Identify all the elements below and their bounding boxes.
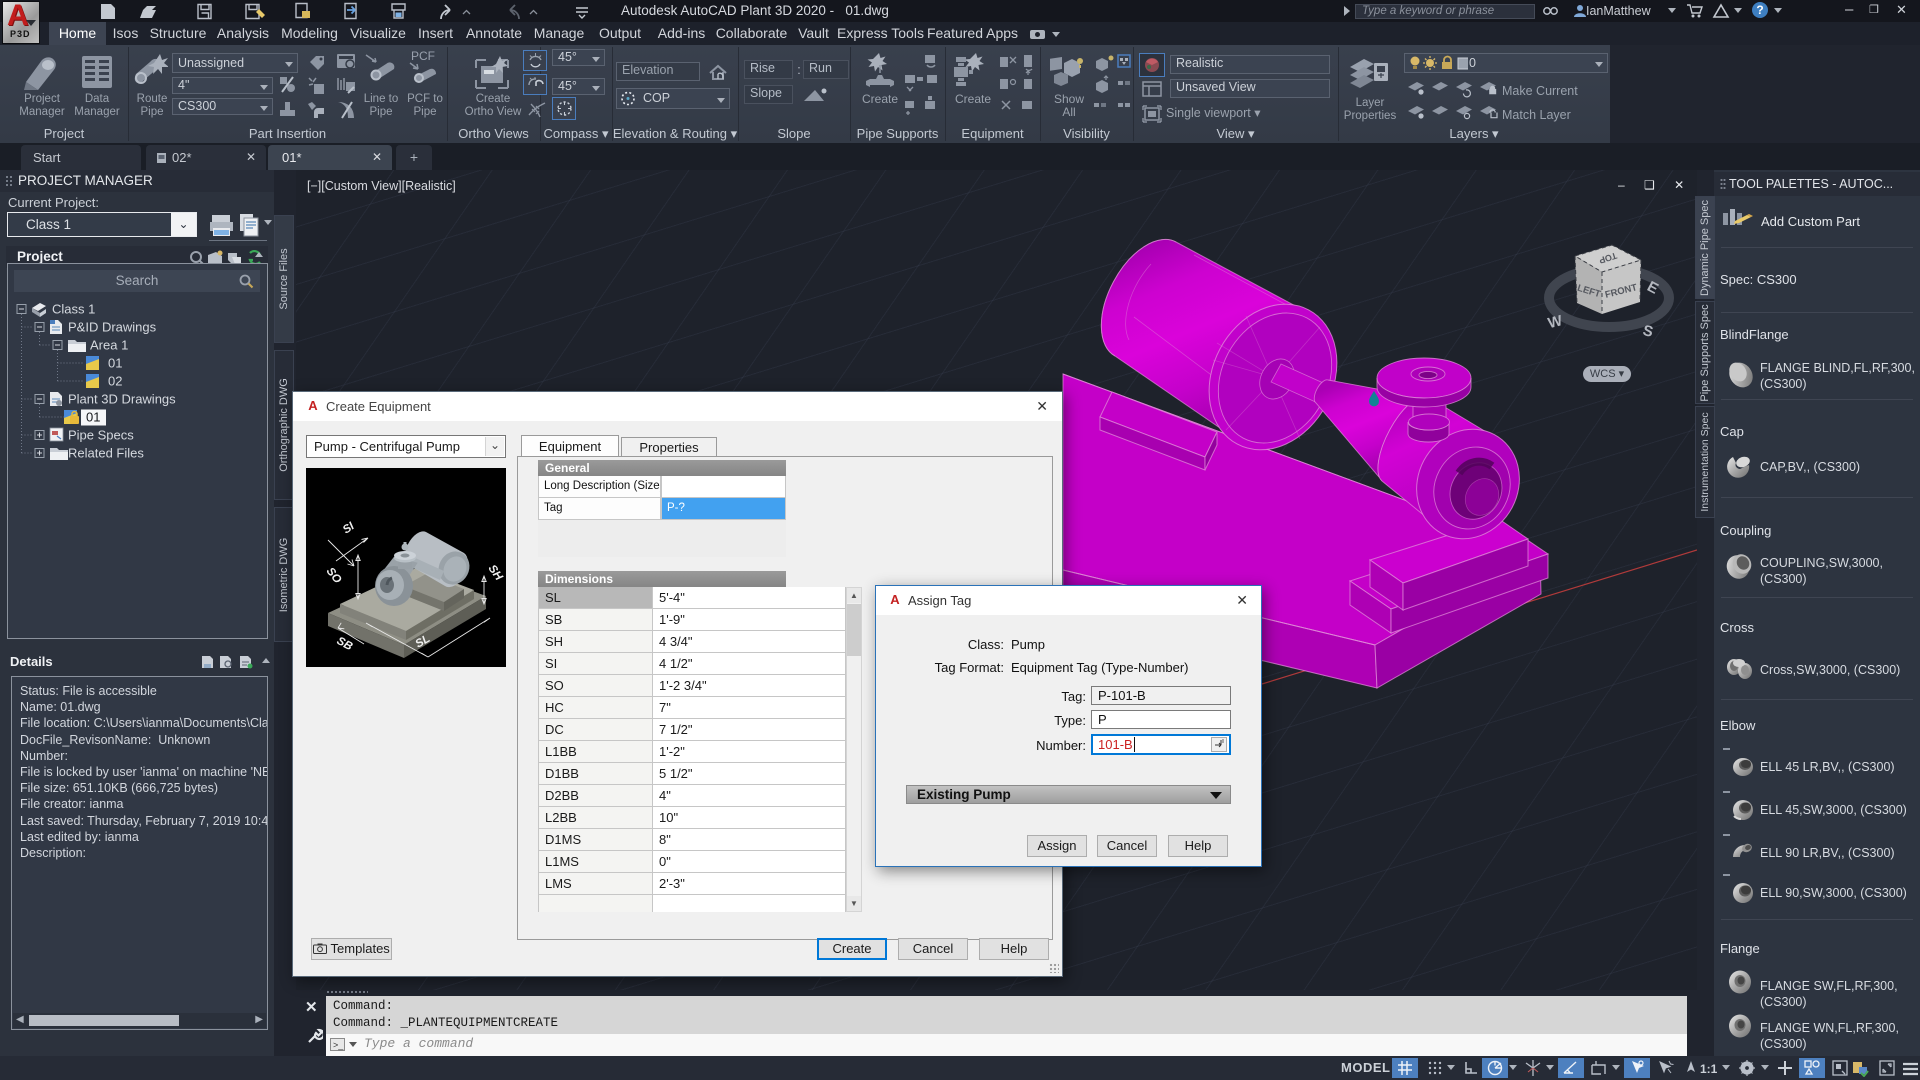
svg-text:Related Files: Related Files — [68, 446, 144, 461]
svg-text:SB: SB — [335, 635, 355, 653]
svg-text:01: 01 — [86, 410, 100, 425]
svg-text:Area 1: Area 1 — [90, 338, 128, 353]
svg-text:02: 02 — [108, 374, 122, 389]
svg-text:SI: SI — [341, 520, 357, 537]
svg-text:Plant 3D Drawings: Plant 3D Drawings — [68, 392, 176, 407]
svg-text:E: E — [1644, 278, 1661, 298]
svg-text:Class 1: Class 1 — [52, 302, 95, 317]
svg-text:SH: SH — [486, 563, 505, 584]
svg-text:01: 01 — [108, 356, 122, 371]
svg-text:SO: SO — [324, 565, 344, 586]
svg-text:Pipe Specs: Pipe Specs — [68, 428, 134, 443]
svg-text:P&ID Drawings: P&ID Drawings — [68, 320, 157, 335]
